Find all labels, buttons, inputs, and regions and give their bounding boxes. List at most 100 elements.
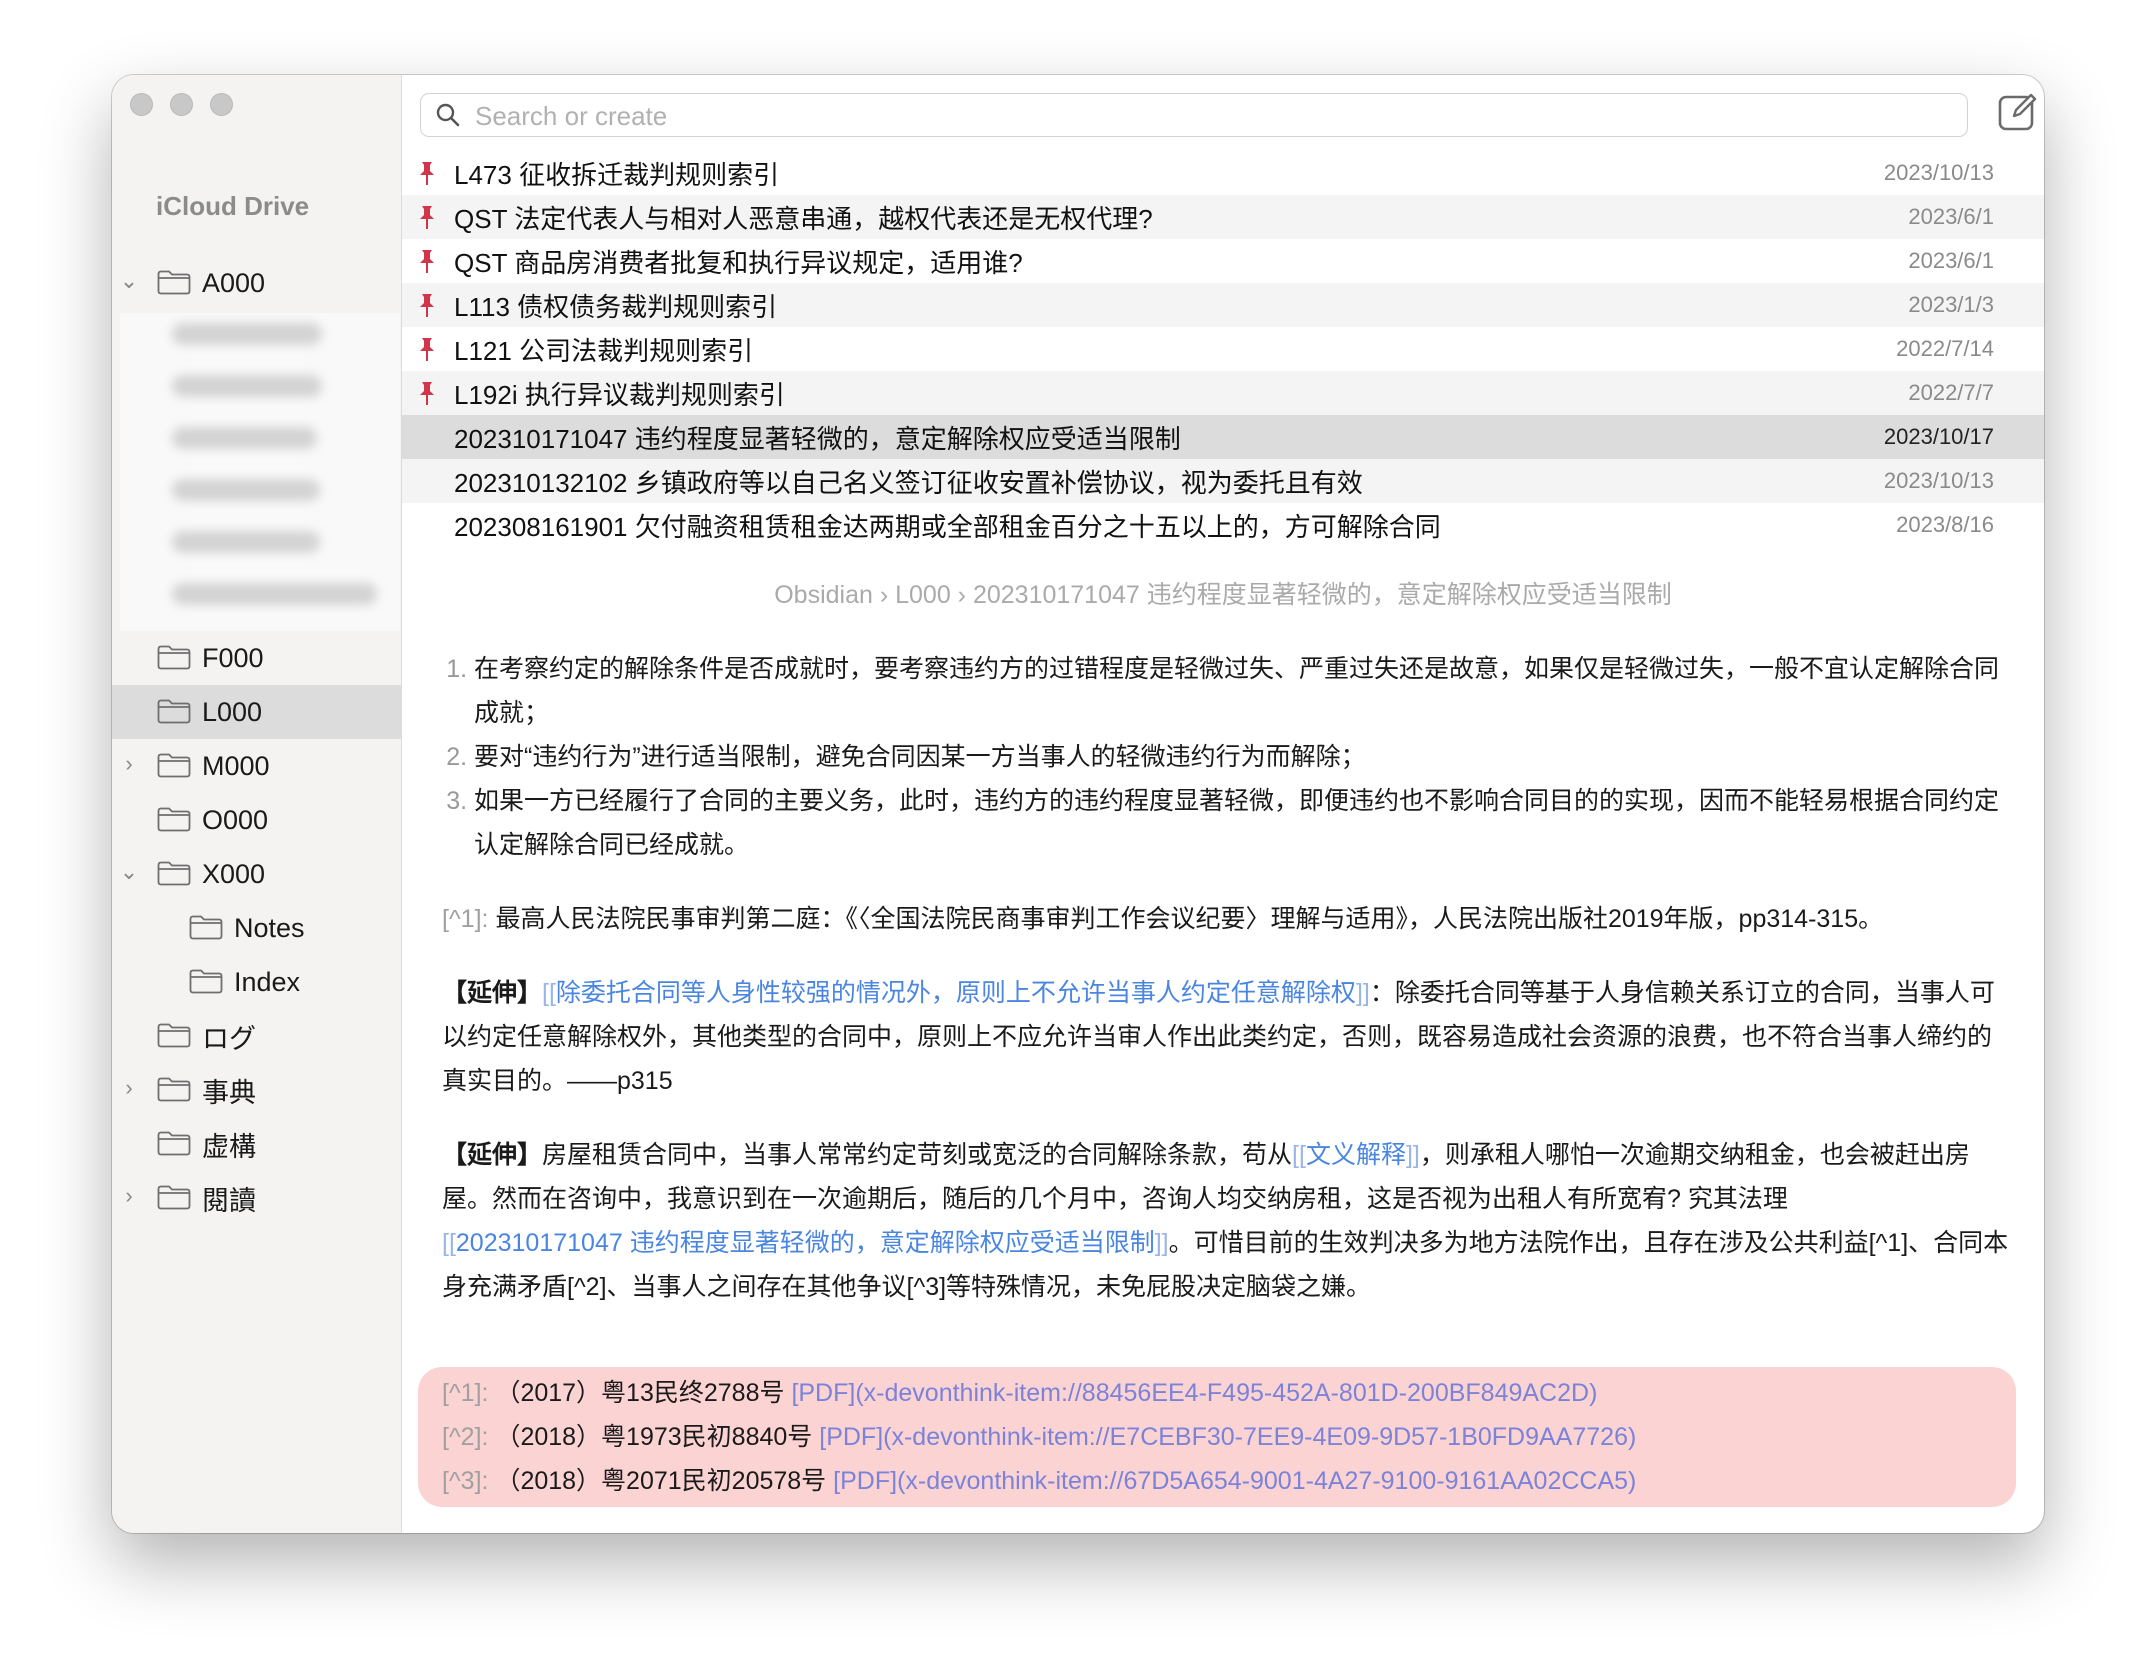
note-date: 2023/6/1 — [1908, 248, 1994, 273]
sidebar-item-index[interactable]: Index — [112, 955, 401, 1009]
note-row[interactable]: QST 商品房消费者批复和执行异议规定，适用谁? 2023/6/1 — [402, 239, 2044, 283]
sidebar-item-label: ログ — [202, 1023, 256, 1054]
chevron-right-icon[interactable]: › — [118, 1183, 140, 1209]
pin-icon — [420, 382, 434, 405]
sidebar-item-notes[interactable]: Notes — [112, 901, 401, 955]
note-date: 2023/1/3 — [1908, 292, 1994, 317]
pin-icon — [420, 338, 434, 361]
pin-icon — [420, 250, 434, 273]
breadcrumb[interactable]: Obsidian › L000 › 202310171047 违约程度显著轻微的… — [402, 575, 2044, 611]
case-number: （2018）粤2071民初20578号 — [495, 1467, 827, 1495]
wiki-link[interactable]: 文义解释 — [1306, 1141, 1406, 1169]
chevron-down-icon[interactable]: ⌄ — [118, 859, 140, 885]
sidebar-item-f000[interactable]: F000 — [112, 631, 401, 685]
close-button[interactable] — [130, 93, 153, 116]
folder-icon — [157, 807, 191, 832]
wiki-link[interactable]: 除委托合同等人身性较强的情况外，原则上不允许当事人约定任意解除权 — [556, 979, 1356, 1007]
link-bracket: [[ — [542, 979, 556, 1007]
note-title: 202308161901 欠付融资租赁租金达两期或全部租金百分之十五以上的，方可… — [454, 511, 1441, 542]
footnote-marker: [^2]: — [442, 1423, 489, 1451]
note-row[interactable]: L473 征收拆迁裁判规则索引 2023/10/13 — [402, 151, 2044, 195]
note-row[interactable]: L113 债权债务裁判规则索引 2023/1/3 — [402, 283, 2044, 327]
sidebar-item-l000[interactable]: L000 — [112, 685, 401, 739]
zoom-button[interactable] — [210, 93, 233, 116]
footnote-definition: [^1]: 最高人民法院民事审判第二庭：《〈全国法院民商事审判工作会议纪要〉理解… — [442, 897, 2012, 941]
numbered-list: 在考察约定的解除条件是否成就时，要考察违约方的过错程度是轻微过失、严重过失还是故… — [442, 647, 2012, 867]
sidebar-item-label: 閱讀 — [202, 1185, 256, 1216]
folder-icon — [189, 969, 223, 994]
note-title: L192i 执行异议裁判规则索引 — [454, 379, 785, 410]
chevron-down-icon[interactable]: ⌄ — [118, 268, 140, 294]
pin-icon — [420, 162, 434, 185]
search-bar[interactable] — [420, 93, 1968, 137]
footnote-line: [^3]: （2018）粤2071民初20578号 [PDF](x-devont… — [442, 1459, 2016, 1503]
folder-icon — [189, 915, 223, 940]
sidebar-item-jiten[interactable]: › 事典 — [112, 1063, 401, 1117]
search-input[interactable] — [473, 99, 1937, 133]
app-window: iCloud Drive ⌄ A000 F000 L000 › M000 O00… — [112, 75, 2044, 1533]
chevron-right-icon[interactable]: › — [118, 751, 140, 777]
folder-icon — [157, 753, 191, 778]
sidebar-item-a000[interactable]: ⌄ A000 — [112, 256, 401, 310]
main-pane: L473 征收拆迁裁判规则索引 2023/10/13 QST 法定代表人与相对人… — [402, 75, 2044, 1533]
extension-paragraph: 【延伸】房屋租赁合同中，当事人常常约定苛刻或宽泛的合同解除条款，苟从[[文义解释… — [442, 1133, 2012, 1309]
compose-icon[interactable] — [1996, 89, 2040, 133]
footnote-marker: [^3]: — [442, 1467, 489, 1495]
note-content[interactable]: 在考察约定的解除条件是否成就时，要考察违约方的过错程度是轻微过失、严重过失还是故… — [442, 647, 2012, 1309]
devonthink-url[interactable]: (x-devonthink-item://E7CEBF30-7EE9-4E09-… — [883, 1423, 1636, 1451]
list-item: 要对“违约行为”进行适当限制，避免合同因某一方当事人的轻微违约行为而解除； — [474, 735, 2012, 779]
note-row[interactable]: QST 法定代表人与相对人恶意串通，越权代表还是无权代理? 2023/6/1 — [402, 195, 2044, 239]
sidebar-item-label: Index — [234, 966, 301, 997]
sidebar-item-x000[interactable]: ⌄ X000 — [112, 847, 401, 901]
note-title: L113 债权债务裁判规则索引 — [454, 291, 778, 322]
note-row[interactable]: 202308161901 欠付融资租赁租金达两期或全部租金百分之十五以上的，方可… — [402, 503, 2044, 547]
note-list: L473 征收拆迁裁判规则索引 2023/10/13 QST 法定代表人与相对人… — [402, 151, 2044, 547]
pin-icon — [420, 294, 434, 317]
sidebar-item-label: O000 — [202, 804, 269, 835]
pdf-link[interactable]: [PDF] — [819, 1423, 883, 1451]
note-date: 2022/7/7 — [1908, 380, 1994, 405]
note-row[interactable]: L121 公司法裁判规则索引 2022/7/14 — [402, 327, 2044, 371]
footnote-marker: [^1]: — [442, 905, 489, 933]
folder-icon — [157, 270, 191, 295]
search-icon — [436, 103, 460, 127]
list-item: 在考察约定的解除条件是否成就时，要考察违约方的过错程度是轻微过失、严重过失还是故… — [474, 647, 2012, 735]
note-title: QST 商品房消费者批复和执行异议规定，适用谁? — [454, 247, 1023, 278]
note-row-selected[interactable]: 202310171047 违约程度显著轻微的，意定解除权应受适当限制 2023/… — [402, 415, 2044, 459]
note-title: 202310132102 乡镇政府等以自己名义签订征收安置补偿协议，视为委托且有… — [454, 467, 1363, 498]
sidebar-item-label: X000 — [202, 858, 266, 889]
note-date: 2023/6/1 — [1908, 204, 1994, 229]
note-date: 2023/8/16 — [1896, 512, 1994, 537]
sidebar-item-label: 虚構 — [202, 1131, 256, 1162]
sidebar-item-m000[interactable]: › M000 — [112, 739, 401, 793]
link-bracket: [[ — [442, 1229, 456, 1257]
sidebar-item-kyoko[interactable]: 虚構 — [112, 1117, 401, 1171]
list-item: 如果一方已经履行了合同的主要义务，此时，违约方的违约程度显著轻微，即便违约也不影… — [474, 779, 2012, 867]
devonthink-url[interactable]: (x-devonthink-item://67D5A654-9001-4A27-… — [897, 1467, 1636, 1495]
sidebar-item-o000[interactable]: O000 — [112, 793, 401, 847]
extension-label: 【延伸】 — [442, 1141, 543, 1169]
pin-icon — [420, 206, 434, 229]
minimize-button[interactable] — [170, 93, 193, 116]
pdf-link[interactable]: [PDF] — [791, 1379, 855, 1407]
sidebar-item-log[interactable]: ログ — [112, 1009, 401, 1063]
note-row[interactable]: L192i 执行异议裁判规则索引 2022/7/7 — [402, 371, 2044, 415]
footnote-line: [^1]: （2017）粤13民终2788号 [PDF](x-devonthin… — [442, 1371, 2016, 1415]
devonthink-url[interactable]: (x-devonthink-item://88456EE4-F495-452A-… — [855, 1379, 1597, 1407]
sidebar-item-yuedu[interactable]: › 閱讀 — [112, 1171, 401, 1225]
sidebar-item-label: A000 — [202, 267, 266, 298]
chevron-right-icon[interactable]: › — [118, 1075, 140, 1101]
note-date: 2023/10/13 — [1883, 160, 1994, 185]
pdf-link[interactable]: [PDF] — [833, 1467, 897, 1495]
sidebar-header: iCloud Drive — [156, 191, 310, 221]
wiki-link[interactable]: 202310171047 违约程度显著轻微的，意定解除权应受适当限制 — [456, 1229, 1155, 1257]
folder-icon — [157, 1185, 191, 1210]
link-bracket: [[ — [1292, 1141, 1306, 1169]
note-title: 202310171047 违约程度显著轻微的，意定解除权应受适当限制 — [454, 423, 1181, 454]
case-number: （2017）粤13民终2788号 — [495, 1379, 785, 1407]
case-number: （2018）粤1973民初8840号 — [495, 1423, 813, 1451]
note-row[interactable]: 202310132102 乡镇政府等以自己名义签订征收安置补偿协议，视为委托且有… — [402, 459, 2044, 503]
sidebar-item-label: 事典 — [202, 1077, 256, 1108]
sidebar-item-label: Notes — [234, 912, 305, 943]
note-date: 2022/7/14 — [1896, 336, 1994, 361]
